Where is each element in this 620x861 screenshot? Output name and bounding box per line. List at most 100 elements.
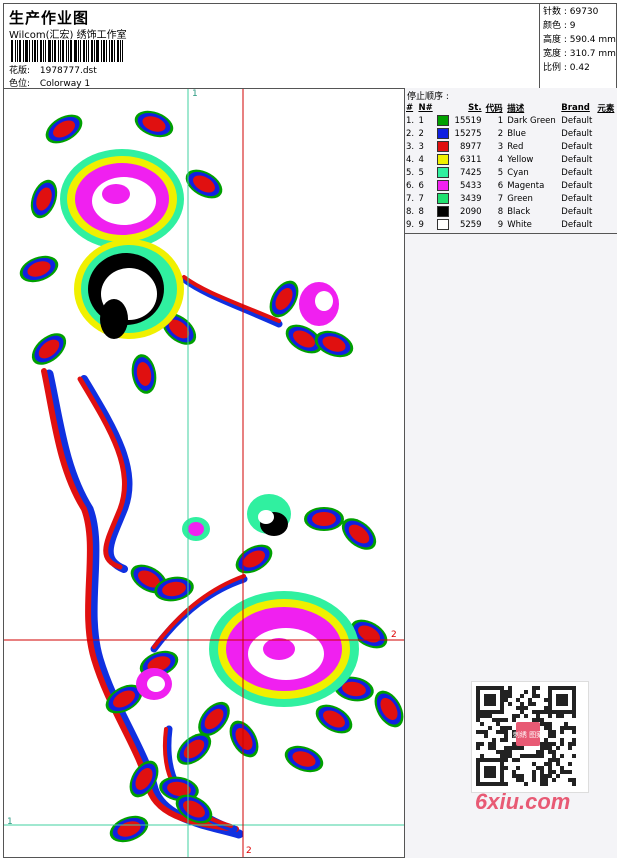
barcode-bar bbox=[91, 40, 93, 62]
color-swatch bbox=[437, 219, 450, 230]
guide-h1-label: 1 bbox=[7, 817, 13, 827]
stitch-count: 针数 : 69730 bbox=[543, 7, 599, 17]
barcode-bar bbox=[111, 40, 113, 62]
row-brand: Default bbox=[561, 115, 593, 126]
row-idx: 5. bbox=[406, 167, 415, 178]
color-count: 颜色 : 9 bbox=[543, 21, 576, 31]
barcode-bar bbox=[52, 40, 53, 62]
barcode-bar bbox=[62, 40, 64, 62]
design-height: 高度 : 590.4 mm bbox=[543, 35, 616, 45]
barcode-bar bbox=[122, 40, 123, 62]
row-element bbox=[595, 166, 617, 179]
embroidery-preview: 1 1 2 2 bbox=[4, 89, 404, 857]
barcode-bar bbox=[40, 40, 42, 62]
page-title: 生产作业图 bbox=[9, 9, 90, 27]
header: 生产作业图 Wilcom(汇宏) 绣饰工作室 花版: 1978777.dst 色… bbox=[3, 3, 539, 89]
col-desc: 描述 bbox=[507, 104, 525, 114]
row-n: 8 bbox=[418, 206, 424, 217]
stats-panel: 针数 : 69730 颜色 : 9 高度 : 590.4 mm 宽度 : 310… bbox=[539, 3, 617, 89]
design-scale: 比例 : 0.42 bbox=[543, 63, 590, 73]
barcode-bar bbox=[120, 40, 121, 62]
barcode-bar bbox=[66, 40, 67, 62]
row-desc: Red bbox=[507, 141, 524, 152]
row-n: 9 bbox=[418, 219, 424, 230]
row-stitches: 15519 bbox=[454, 115, 482, 126]
row-stitches: 5259 bbox=[459, 219, 482, 230]
barcode-bar bbox=[45, 40, 46, 62]
row-swatch bbox=[435, 192, 451, 205]
barcode-bar bbox=[54, 40, 56, 62]
row-code: 5 bbox=[497, 167, 504, 178]
color-row: 3. 3 8977 3 Red Default bbox=[404, 140, 617, 153]
design-width: 宽度 : 310.7 mm bbox=[543, 49, 616, 59]
design-value: 1978777.dst bbox=[39, 66, 97, 76]
row-brand: Default bbox=[561, 193, 593, 204]
row-desc: Green bbox=[507, 193, 533, 204]
row-n: 2 bbox=[418, 128, 424, 139]
col-st: St. bbox=[468, 103, 482, 113]
row-stitches: 8977 bbox=[459, 141, 482, 152]
row-brand: Default bbox=[561, 180, 593, 191]
barcode-bar bbox=[88, 40, 89, 62]
barcode-bar bbox=[68, 40, 69, 62]
row-swatch bbox=[435, 179, 451, 192]
color-row: 1. 1 15519 1 Dark Green Default bbox=[404, 114, 617, 127]
barcode-bar bbox=[23, 40, 24, 62]
row-swatch bbox=[435, 153, 451, 166]
flower-middle bbox=[74, 239, 184, 339]
leaf bbox=[304, 507, 344, 531]
row-brand: Default bbox=[561, 154, 593, 165]
col-swatch bbox=[435, 102, 451, 114]
barcode-bar bbox=[17, 40, 18, 62]
row-code: 8 bbox=[497, 206, 504, 217]
barcode-bar bbox=[74, 40, 77, 62]
row-swatch bbox=[435, 127, 451, 140]
row-n: 5 bbox=[418, 167, 424, 178]
flower-bottom bbox=[209, 591, 359, 707]
stop-sequence-title: 停止顺序 : bbox=[407, 92, 449, 102]
qr-code: 刺绣 图案 bbox=[471, 681, 589, 793]
row-brand: Default bbox=[561, 219, 593, 230]
color-swatch bbox=[437, 128, 450, 139]
row-desc: Dark Green bbox=[507, 115, 556, 126]
barcode-bar bbox=[70, 40, 72, 62]
row-desc: Yellow bbox=[507, 154, 534, 165]
barcode-bar bbox=[80, 40, 81, 62]
row-stitches: 15275 bbox=[454, 128, 482, 139]
barcode-bar bbox=[96, 40, 99, 62]
row-stitches: 2090 bbox=[459, 206, 482, 217]
barcode-bar bbox=[37, 40, 38, 62]
color-swatch bbox=[437, 193, 450, 204]
barcode-bar bbox=[32, 40, 33, 62]
row-desc: Cyan bbox=[507, 167, 529, 178]
row-element bbox=[595, 114, 617, 127]
barcode-bar bbox=[19, 40, 21, 62]
barcode-bar bbox=[86, 40, 87, 62]
row-n: 3 bbox=[418, 141, 424, 152]
barcode-bar bbox=[109, 40, 110, 62]
row-code: 6 bbox=[497, 180, 504, 191]
row-idx: 1. bbox=[406, 115, 415, 126]
barcode-bar bbox=[106, 40, 107, 62]
row-n: 6 bbox=[418, 180, 424, 191]
flower-top bbox=[60, 149, 184, 249]
col-n: N# bbox=[418, 103, 433, 113]
color-row: 5. 5 7425 5 Cyan Default bbox=[404, 166, 617, 179]
row-idx: 6. bbox=[406, 180, 415, 191]
row-element bbox=[595, 192, 617, 205]
row-code: 9 bbox=[497, 219, 504, 230]
row-code: 1 bbox=[497, 115, 504, 126]
row-idx: 8. bbox=[406, 206, 415, 217]
embroidery-artwork bbox=[4, 89, 404, 857]
color-row: 4. 4 6311 4 Yellow Default bbox=[404, 153, 617, 166]
row-idx: 4. bbox=[406, 154, 415, 165]
barcode bbox=[11, 40, 143, 62]
row-brand: Default bbox=[561, 141, 593, 152]
barcode-bar bbox=[83, 40, 85, 62]
design-label: 花版: bbox=[9, 66, 31, 76]
row-brand: Default bbox=[561, 167, 593, 178]
color-row: 6. 6 5433 6 Magenta Default bbox=[404, 179, 617, 192]
barcode-bar bbox=[60, 40, 61, 62]
color-table-header: # N# St. 代码 描述 Brand 元素 bbox=[404, 102, 617, 114]
row-element bbox=[595, 153, 617, 166]
